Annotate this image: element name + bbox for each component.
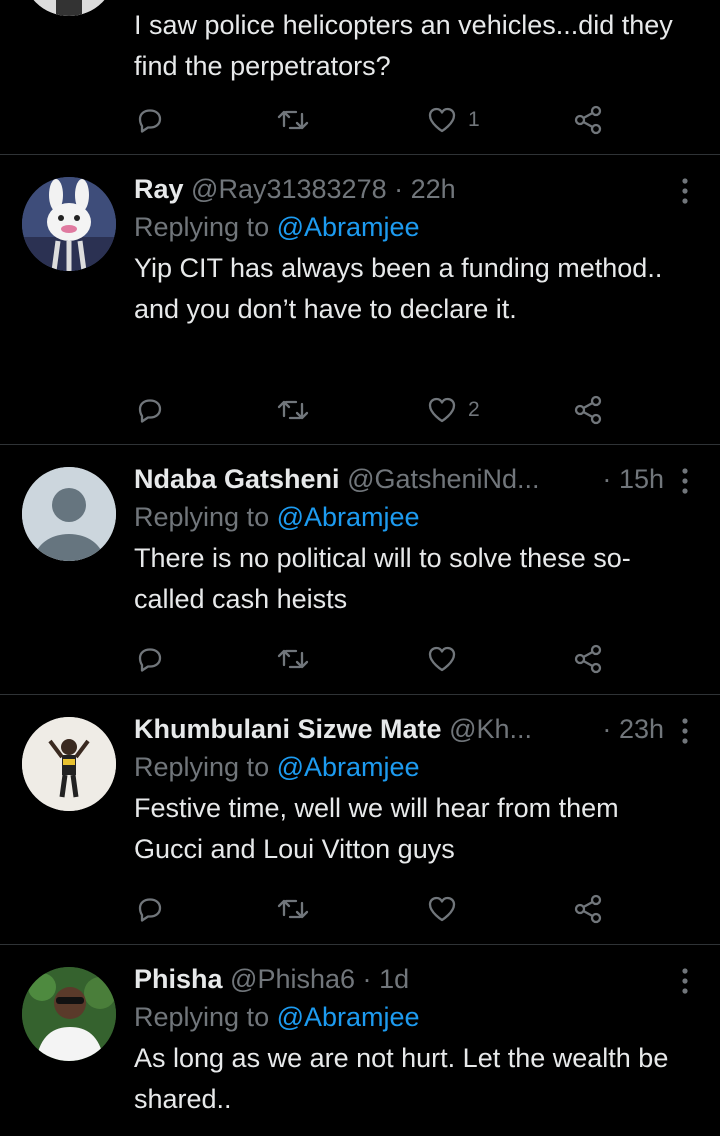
timestamp[interactable]: 1d — [379, 964, 409, 994]
tweet-header: Phisha @Phisha6 · 1d — [134, 961, 694, 997]
timestamp-group: · 15h — [602, 461, 664, 497]
tweet-text: Festive time, well we will hear from the… — [134, 793, 619, 864]
reply-icon — [134, 104, 166, 136]
tweet-text: There is no political will to solve thes… — [134, 543, 631, 614]
tweet-text: As long as we are not hurt. Let the weal… — [134, 1043, 669, 1114]
more-vertical-icon — [680, 468, 690, 499]
tweet-header: Ndaba Gatsheni @GatsheniNd... · 15h — [134, 461, 694, 497]
mention-link[interactable]: @Abramjee — [277, 212, 420, 242]
user-handle[interactable]: @Ray31383278 — [191, 174, 387, 204]
retweet-icon — [276, 394, 310, 426]
reply-icon — [134, 893, 166, 925]
replying-label: Replying to — [134, 502, 270, 532]
tweet-item[interactable]: Phisha @Phisha6 · 1d Replying to @Abramj… — [0, 945, 720, 1136]
share-icon — [572, 643, 604, 675]
more-options-button[interactable] — [680, 967, 690, 995]
heart-icon — [426, 893, 458, 925]
separator-dot: · — [394, 174, 404, 204]
user-handle[interactable]: @GatsheniNd... — [347, 464, 540, 494]
replying-label: Replying to — [134, 1002, 270, 1032]
retweet-icon — [276, 104, 310, 136]
like-button[interactable]: 2 — [426, 392, 480, 428]
like-button[interactable] — [426, 641, 458, 677]
separator-dot: · — [602, 714, 612, 744]
reply-button[interactable] — [134, 641, 166, 677]
avatar[interactable] — [22, 177, 116, 271]
reply-button[interactable] — [134, 102, 166, 138]
retweet-button[interactable] — [276, 392, 310, 428]
tweet-item[interactable]: I saw police helicopters an vehicles...d… — [0, 0, 720, 155]
avatar[interactable] — [22, 0, 116, 16]
replying-to: Replying to @Abramjee — [134, 997, 694, 1037]
like-button[interactable]: 1 — [426, 102, 480, 138]
tweet-actions: 1 — [134, 102, 614, 138]
tweet-actions — [134, 891, 614, 927]
like-count: 1 — [468, 108, 480, 131]
more-vertical-icon — [680, 718, 690, 749]
retweet-icon — [276, 893, 310, 925]
more-options-button[interactable] — [680, 177, 690, 205]
mention-link[interactable]: @Abramjee — [277, 502, 420, 532]
retweet-button[interactable] — [276, 102, 310, 138]
heart-icon — [426, 104, 458, 136]
display-name[interactable]: Phisha — [134, 964, 223, 994]
display-name[interactable]: Ray — [134, 174, 184, 204]
mention-link[interactable]: @Abramjee — [277, 752, 420, 782]
share-icon — [572, 394, 604, 426]
avatar[interactable] — [22, 467, 116, 561]
retweet-button[interactable] — [276, 891, 310, 927]
tweet-text: I saw police helicopters an vehicles...d… — [134, 10, 673, 81]
tweet-item[interactable]: Khumbulani Sizwe Mate @Kh... · 23h Reply… — [0, 695, 720, 945]
more-options-button[interactable] — [680, 467, 690, 495]
timestamp[interactable]: 22h — [411, 174, 456, 204]
tweet-item[interactable]: Ray @Ray31383278 · 22h Replying to @Abra… — [0, 155, 720, 445]
tweet-text: Yip CIT has always been a funding method… — [134, 253, 663, 324]
timestamp-group: · 23h — [602, 711, 664, 747]
share-button[interactable] — [572, 392, 604, 428]
share-icon — [572, 893, 604, 925]
retweet-icon — [276, 643, 310, 675]
share-button[interactable] — [572, 891, 604, 927]
replying-to: Replying to @Abramjee — [134, 207, 694, 247]
more-vertical-icon — [680, 968, 690, 999]
share-button[interactable] — [572, 641, 604, 677]
heart-icon — [426, 643, 458, 675]
timestamp[interactable]: 15h — [619, 464, 664, 494]
replying-label: Replying to — [134, 212, 270, 242]
timestamp[interactable]: 23h — [619, 714, 664, 744]
more-options-button[interactable] — [680, 717, 690, 745]
retweet-button[interactable] — [276, 641, 310, 677]
replying-to: Replying to @Abramjee — [134, 747, 694, 787]
avatar[interactable] — [22, 717, 116, 811]
share-icon — [572, 104, 604, 136]
reply-icon — [134, 394, 166, 426]
tweet-actions — [134, 641, 614, 677]
display-name[interactable]: Khumbulani Sizwe Mate — [134, 714, 442, 744]
separator-dot: · — [362, 964, 372, 994]
reply-icon — [134, 643, 166, 675]
replying-to: Replying to @Abramjee — [134, 497, 694, 537]
separator-dot: · — [602, 464, 612, 494]
user-handle[interactable]: @Phisha6 — [230, 964, 355, 994]
user-handle[interactable]: @Kh... — [449, 714, 532, 744]
tweet-header: Khumbulani Sizwe Mate @Kh... · 23h — [134, 711, 694, 747]
tweet-actions: 2 — [134, 392, 614, 428]
like-button[interactable] — [426, 891, 458, 927]
heart-icon — [426, 394, 458, 426]
display-name[interactable]: Ndaba Gatsheni — [134, 464, 340, 494]
reply-button[interactable] — [134, 891, 166, 927]
mention-link[interactable]: @Abramjee — [277, 1002, 420, 1032]
share-button[interactable] — [572, 102, 604, 138]
more-vertical-icon — [680, 178, 690, 209]
reply-button[interactable] — [134, 392, 166, 428]
tweet-item[interactable]: Ndaba Gatsheni @GatsheniNd... · 15h Repl… — [0, 445, 720, 695]
like-count: 2 — [468, 398, 480, 421]
tweet-header: Ray @Ray31383278 · 22h — [134, 171, 694, 207]
avatar[interactable] — [22, 967, 116, 1061]
replying-label: Replying to — [134, 752, 270, 782]
